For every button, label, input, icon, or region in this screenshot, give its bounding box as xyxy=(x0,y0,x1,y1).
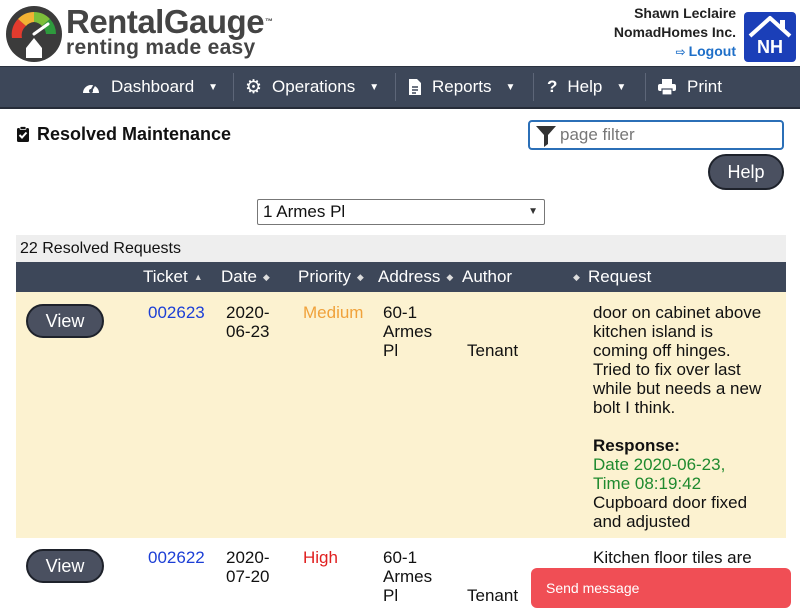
view-button[interactable]: View xyxy=(26,304,104,338)
response-text: Cupboard door fixed xyxy=(593,493,748,512)
response-time: Time 08:19:42 xyxy=(593,474,702,493)
filter-icon xyxy=(536,126,556,147)
app-header: RentalGauge™ renting made easy Shawn Lec… xyxy=(0,0,800,66)
view-button[interactable]: View xyxy=(26,549,104,583)
nav-divider xyxy=(395,73,396,101)
sort-icon: ◆ xyxy=(446,271,454,282)
priority-badge: High xyxy=(303,548,338,567)
company-badge[interactable]: NH xyxy=(744,12,796,62)
page-title: Resolved Maintenance xyxy=(16,124,231,145)
nav-operations[interactable]: ⚙ Operations ▼ xyxy=(245,67,379,107)
chevron-down-icon: ▼ xyxy=(208,81,219,93)
ticket-author: Tenant xyxy=(467,586,519,605)
logout-link[interactable]: ⇨ Logout xyxy=(614,42,736,62)
user-info: Shawn Leclaire NomadHomes Inc. ⇨ Logout xyxy=(614,4,736,62)
chevron-down-icon: ▼ xyxy=(528,206,538,217)
response-date: Date 2020-06-23, xyxy=(593,455,726,474)
response-text: and adjusted xyxy=(593,512,691,531)
brand-name: RentalGauge™ xyxy=(66,3,273,40)
chevron-down-icon: ▼ xyxy=(505,81,516,93)
response-label: Response: xyxy=(593,436,680,455)
brand-tagline: renting made easy xyxy=(66,36,256,59)
document-icon xyxy=(409,79,421,95)
sort-asc-icon: ▲ xyxy=(193,272,203,282)
priority-badge: Medium xyxy=(303,303,364,322)
help-button[interactable]: Help xyxy=(708,154,784,190)
column-ticket[interactable]: Ticket ▲ xyxy=(143,262,203,292)
question-icon: ? xyxy=(547,77,558,96)
gear-icon: ⚙ xyxy=(245,76,263,98)
ticket-address: 60-1 Armes Pl xyxy=(383,548,433,605)
printer-icon xyxy=(658,79,676,96)
property-select[interactable]: 1 Armes Pl ▼ xyxy=(257,199,545,225)
company-badge-text: NH xyxy=(757,37,783,57)
nav-divider xyxy=(645,73,646,101)
rentalgauge-logo[interactable] xyxy=(4,4,64,64)
clipboard-check-icon xyxy=(17,126,29,142)
user-name: Shawn Leclaire xyxy=(634,5,736,21)
author-sort[interactable]: ◆ xyxy=(567,262,580,292)
ticket-link[interactable]: 002623 xyxy=(148,303,205,322)
main-nav: Dashboard ▼ ⚙ Operations ▼ Reports ▼ ? Help… xyxy=(0,66,800,109)
column-author[interactable]: Author xyxy=(462,262,512,292)
sort-icon: ◆ xyxy=(573,271,580,282)
chevron-down-icon: ▼ xyxy=(369,81,380,93)
column-request[interactable]: Request xyxy=(588,262,651,292)
page-filter-input[interactable] xyxy=(558,124,782,146)
ticket-author: Tenant xyxy=(467,341,519,360)
logout-icon: ⇨ xyxy=(675,45,686,59)
property-select-value: 1 Armes Pl xyxy=(263,202,346,221)
request-text: Kitchen floor tiles are xyxy=(593,548,752,567)
column-priority[interactable]: Priority ◆ xyxy=(298,262,364,292)
request-text: door on cabinet above kitchen island is … xyxy=(593,303,762,531)
nav-reports[interactable]: Reports ▼ xyxy=(408,67,515,107)
ticket-link[interactable]: 002622 xyxy=(148,548,205,567)
nav-help[interactable]: ? Help ▼ xyxy=(547,67,626,107)
nav-dashboard[interactable]: Dashboard ▼ xyxy=(81,67,218,107)
company-name: NomadHomes Inc. xyxy=(613,24,736,40)
page-filter[interactable] xyxy=(528,120,784,150)
ticket-date: 2020- 06-23 xyxy=(226,303,270,341)
nav-divider xyxy=(533,73,534,101)
send-message-button[interactable]: Send message xyxy=(531,568,791,608)
house-badge-icon: NH xyxy=(748,16,792,57)
column-date[interactable]: Date ◆ xyxy=(221,262,270,292)
table-header: Ticket ▲ Date ◆ Priority ◆ Address ◆ Author … xyxy=(16,262,786,292)
ticket-date: 2020- 07-20 xyxy=(226,548,270,586)
sort-icon: ◆ xyxy=(262,271,270,282)
column-address[interactable]: Address ◆ xyxy=(378,262,453,292)
resolved-count: 22 Resolved Requests xyxy=(16,235,786,262)
sort-icon: ◆ xyxy=(356,271,364,282)
ticket-address: 60-1 Armes Pl xyxy=(383,303,433,360)
dashboard-gauge-icon xyxy=(83,83,99,93)
nav-print[interactable]: Print xyxy=(657,67,722,107)
table-row: View 002623 2020- 06-23 Medium 60-1 Armes P… xyxy=(16,292,786,538)
nav-divider xyxy=(233,73,234,101)
chevron-down-icon: ▼ xyxy=(616,81,627,93)
